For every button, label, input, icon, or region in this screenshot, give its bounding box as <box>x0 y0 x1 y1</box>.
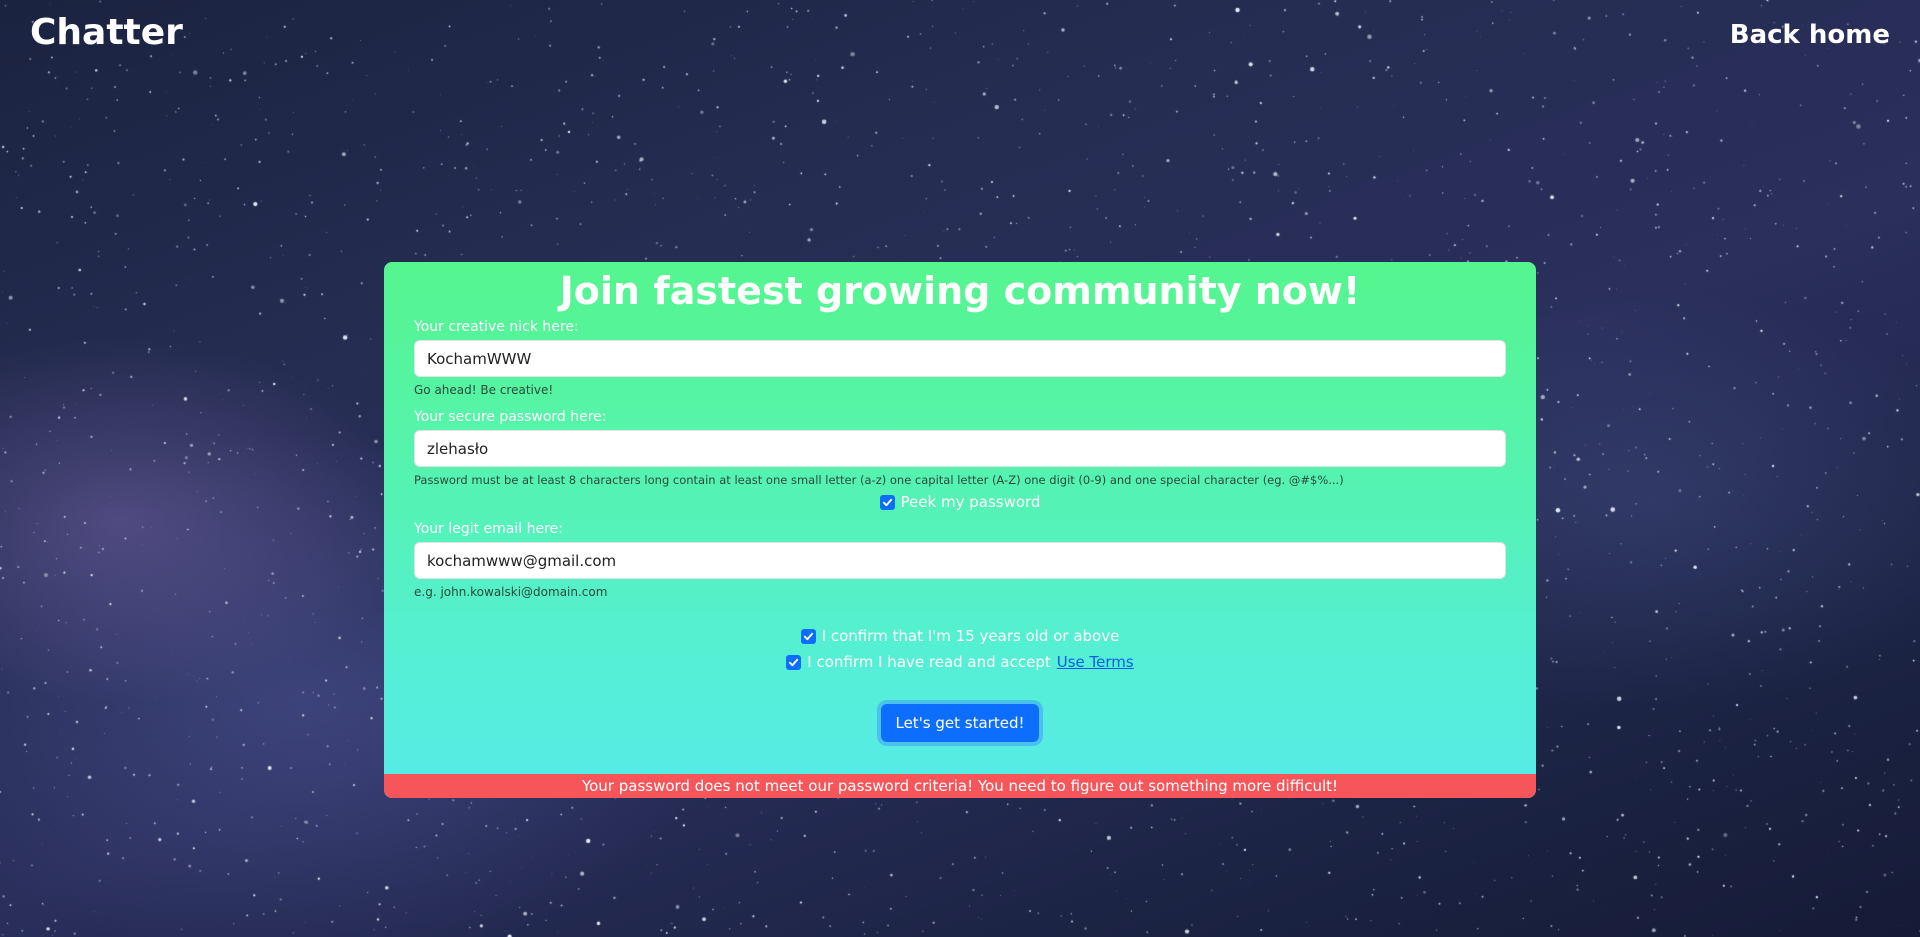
peek-password-label: Peek my password <box>900 493 1041 511</box>
signup-card: Join fastest growing community now! Your… <box>384 262 1536 798</box>
back-home-link[interactable]: Back home <box>1730 20 1890 50</box>
terms-confirm-label: I confirm I have read and accept <box>807 653 1051 671</box>
get-started-button[interactable]: Let's get started! <box>881 704 1039 742</box>
use-terms-link[interactable]: Use Terms <box>1057 652 1134 672</box>
password-input[interactable] <box>414 430 1506 467</box>
email-label: Your legit email here: <box>414 521 563 537</box>
signup-title: Join fastest growing community now! <box>559 269 1361 313</box>
password-hint: Password must be at least 8 characters l… <box>414 473 1344 487</box>
password-field-group: Your secure password here: Password must… <box>384 408 1536 488</box>
nick-input[interactable] <box>414 340 1506 377</box>
terms-confirm-row: I confirm I have read and accept Use Ter… <box>384 652 1536 672</box>
submit-wrap: Let's get started! <box>384 704 1536 742</box>
terms-confirm-checkbox[interactable] <box>786 654 802 670</box>
checkmark-icon <box>789 658 799 666</box>
checkmark-icon <box>803 632 813 640</box>
password-label: Your secure password here: <box>414 409 607 425</box>
nick-label: Your creative nick here: <box>414 319 579 335</box>
age-confirm-row: I confirm that I'm 15 years old or above <box>384 626 1536 646</box>
email-input[interactable] <box>414 542 1506 579</box>
email-field-group: Your legit email here: e.g. john.kowalsk… <box>384 520 1536 600</box>
age-confirm-checkbox[interactable] <box>800 628 816 644</box>
email-hint: e.g. john.kowalski@domain.com <box>414 585 608 599</box>
nick-hint: Go ahead! Be creative! <box>414 383 554 397</box>
brand-logo[interactable]: Chatter <box>30 12 183 53</box>
peek-password-checkbox[interactable] <box>879 494 895 510</box>
password-error-message: Your password does not meet our password… <box>384 774 1536 798</box>
checkmark-icon <box>882 498 892 506</box>
nick-field-group: Your creative nick here: Go ahead! Be cr… <box>384 318 1536 398</box>
age-confirm-label: I confirm that I'm 15 years old or above <box>821 627 1120 645</box>
peek-password-row: Peek my password <box>384 492 1536 512</box>
